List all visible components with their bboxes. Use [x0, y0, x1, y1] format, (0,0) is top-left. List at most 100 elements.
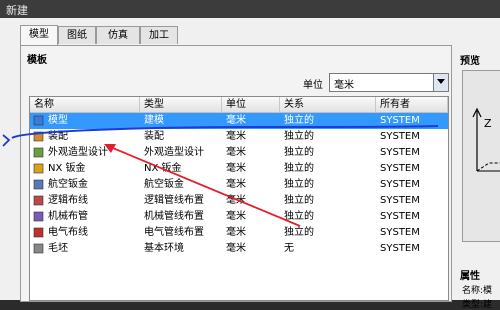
new-file-dialog: 模型 图纸 仿真 加工 模板 单位 毫米 名称 类型 单位 关系 所有者 模型建…: [0, 18, 500, 310]
cell-type: 航空钣金: [144, 179, 184, 190]
logical-routing-icon: [33, 195, 44, 206]
tab-label: 模型: [29, 29, 49, 40]
tab-label: 仿真: [108, 30, 128, 41]
cell-type: 外观造型设计: [144, 147, 204, 158]
templates-table: 名称 类型 单位 关系 所有者 模型 建模 毫米 独立的 SYSTEM 装配 装配 毫米 独立的…: [29, 96, 449, 301]
cell-owner: SYSTEM: [380, 147, 420, 158]
cell-relation: 独立的: [284, 179, 314, 190]
column-header-relation[interactable]: 关系: [280, 97, 376, 113]
mechanical-routing-icon: [33, 211, 44, 222]
cell-relation: 独立的: [284, 147, 314, 158]
table-row[interactable]: 模型 建模 毫米 独立的 SYSTEM: [30, 113, 448, 129]
dropdown-button[interactable]: [433, 74, 448, 91]
cell-relation: 独立的: [284, 131, 314, 142]
unit-select-value: 毫米: [334, 80, 354, 91]
property-line: 类型:建: [462, 297, 492, 310]
tab-label: 加工: [149, 30, 169, 41]
chevron-down-icon: [437, 79, 445, 84]
cell-owner: SYSTEM: [380, 163, 420, 174]
cell-owner: SYSTEM: [380, 115, 420, 126]
cell-name: 逻辑布线: [48, 195, 88, 206]
cell-unit: 毫米: [226, 227, 246, 238]
table-row[interactable]: 外观造型设计 外观造型设计 毫米 独立的 SYSTEM: [30, 145, 448, 161]
cell-unit: 毫米: [226, 243, 246, 254]
cell-type: 机械管线布置: [144, 211, 204, 222]
cell-owner: SYSTEM: [380, 243, 420, 254]
blank-icon: [33, 243, 44, 254]
cell-owner: SYSTEM: [380, 131, 420, 142]
preview-panel: 预览 Z 属性 名称:模 类型:建: [456, 45, 500, 310]
tab-drawing[interactable]: 图纸: [58, 26, 96, 44]
cell-relation: 独立的: [284, 195, 314, 206]
cell-relation: 独立的: [284, 115, 314, 126]
cell-owner: SYSTEM: [380, 211, 420, 222]
cell-owner: SYSTEM: [380, 179, 420, 190]
column-header-owner[interactable]: 所有者: [376, 97, 448, 113]
cell-unit: 毫米: [226, 163, 246, 174]
property-value: 模: [483, 286, 493, 296]
cell-unit: 毫米: [226, 195, 246, 206]
cell-relation: 独立的: [284, 211, 314, 222]
cell-name: 航空钣金: [48, 179, 88, 190]
cell-name: 电气布线: [48, 227, 88, 238]
cell-owner: SYSTEM: [380, 195, 420, 206]
cell-name: 机械布管: [48, 211, 88, 222]
table-row[interactable]: 电气布线 电气管线布置 毫米 独立的 SYSTEM: [30, 225, 448, 241]
cell-type: 装配: [144, 131, 164, 142]
cell-type: 电气管线布置: [144, 227, 204, 238]
property-value: 建: [483, 300, 493, 310]
cell-name: 模型: [48, 115, 68, 126]
tab-manufacturing[interactable]: 加工: [140, 26, 178, 44]
cell-name: 外观造型设计: [48, 147, 108, 158]
cell-type: 基本环境: [144, 243, 184, 254]
electrical-routing-icon: [33, 227, 44, 238]
cell-unit: 毫米: [226, 131, 246, 142]
aero-sheet-metal-icon: [33, 179, 44, 190]
window-title: 新建: [6, 4, 28, 17]
shape-design-icon: [33, 147, 44, 158]
property-key: 名称:: [462, 286, 484, 296]
cell-name: NX 钣金: [48, 163, 86, 174]
table-row[interactable]: 装配 装配 毫米 独立的 SYSTEM: [30, 129, 448, 145]
cell-unit: 毫米: [226, 179, 246, 190]
cell-unit: 毫米: [226, 147, 246, 158]
axis-label: Z: [484, 117, 492, 130]
property-line: 名称:模: [462, 283, 492, 296]
cell-relation: 独立的: [284, 227, 314, 238]
unit-select[interactable]: 毫米: [329, 73, 449, 92]
cell-type: 建模: [144, 115, 164, 126]
cell-owner: SYSTEM: [380, 227, 420, 238]
table-row[interactable]: 机械布管 机械管线布置 毫米 独立的 SYSTEM: [30, 209, 448, 225]
cell-name: 装配: [48, 131, 68, 142]
tab-simulation[interactable]: 仿真: [96, 26, 140, 44]
cell-name: 毛坯: [48, 243, 68, 254]
cell-type: NX 钣金: [144, 163, 182, 174]
cell-relation: 无: [284, 243, 294, 254]
cell-type: 逻辑管线布置: [144, 195, 204, 206]
window-titlebar: 新建: [0, 0, 500, 18]
table-row[interactable]: 逻辑布线 逻辑管线布置 毫米 独立的 SYSTEM: [30, 193, 448, 209]
column-header-name[interactable]: 名称: [30, 97, 140, 113]
sheet-metal-icon: [33, 163, 44, 174]
model-icon: [33, 115, 44, 126]
assembly-icon: [33, 131, 44, 142]
table-row[interactable]: NX 钣金 NX 钣金 毫米 独立的 SYSTEM: [30, 161, 448, 177]
table-row[interactable]: 航空钣金 航空钣金 毫米 独立的 SYSTEM: [30, 177, 448, 193]
templates-panel: 模板 单位 毫米 名称 类型 单位 关系 所有者 模型 建模 毫米 独立的 SYSTEM…: [20, 45, 452, 302]
axis-preview-icon: Z: [472, 107, 500, 172]
preview-area: Z: [462, 70, 500, 242]
tab-model[interactable]: 模型: [20, 25, 58, 45]
preview-title: 预览: [460, 56, 480, 67]
cell-unit: 毫米: [226, 211, 246, 222]
unit-label: 单位: [303, 80, 323, 91]
table-row[interactable]: 毛坯 基本环境 毫米 无 SYSTEM: [30, 241, 448, 257]
column-header-type[interactable]: 类型: [140, 97, 222, 113]
cell-unit: 毫米: [226, 115, 246, 126]
templates-title: 模板: [27, 55, 47, 66]
cell-relation: 独立的: [284, 163, 314, 174]
property-key: 类型:: [462, 300, 484, 310]
properties-list: 名称:模 类型:建: [456, 281, 500, 310]
column-header-unit[interactable]: 单位: [222, 97, 280, 113]
tab-label: 图纸: [67, 30, 87, 41]
properties-title: 属性: [460, 271, 480, 282]
